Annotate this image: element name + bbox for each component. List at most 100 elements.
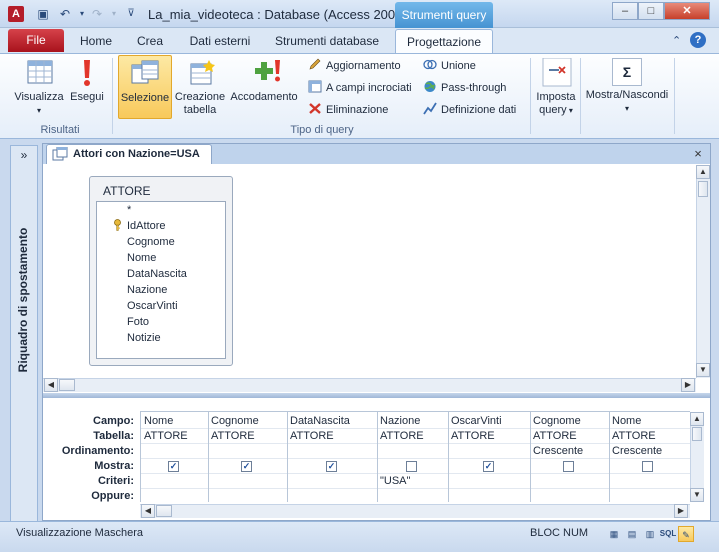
ribbon-separator: [112, 58, 113, 134]
cell-campo[interactable]: Cognome: [533, 415, 581, 427]
visualizza-button[interactable]: Visualizza ▾: [12, 58, 66, 117]
grid-vscroll-thumb[interactable]: [692, 427, 702, 441]
sql-view-button[interactable]: SQL: [659, 526, 677, 542]
design-view-icon[interactable]: ✎: [678, 526, 694, 542]
show-checkbox[interactable]: [563, 461, 574, 472]
field-cognome[interactable]: Cognome: [127, 236, 175, 248]
a-campi-incrociati-button[interactable]: A campi incrociati: [308, 80, 412, 94]
selezione-button[interactable]: Selezione: [118, 55, 172, 119]
help-icon[interactable]: ?: [690, 32, 706, 48]
redo-dropdown-icon[interactable]: ▾: [106, 6, 122, 22]
field-all[interactable]: *: [127, 204, 131, 216]
cell-campo[interactable]: Nazione: [380, 415, 420, 427]
cell-campo[interactable]: Nome: [612, 415, 641, 427]
tab-strumenti-database[interactable]: Strumenti database: [268, 29, 386, 53]
maximize-button[interactable]: □: [638, 2, 664, 20]
cell-campo[interactable]: Nome: [144, 415, 173, 427]
scroll-down-icon[interactable]: ▼: [690, 488, 704, 502]
scroll-left-icon[interactable]: ◀: [44, 378, 58, 392]
tab-progettazione[interactable]: Progettazione: [395, 29, 493, 53]
field-notizie[interactable]: Notizie: [127, 332, 161, 344]
show-checkbox[interactable]: ✓: [483, 461, 494, 472]
upper-vscroll-thumb[interactable]: [698, 181, 708, 197]
row-label-oppure: Oppure:: [91, 490, 134, 502]
esegui-button[interactable]: Esegui: [68, 58, 106, 104]
scroll-up-icon[interactable]: ▲: [690, 412, 704, 426]
tab-file[interactable]: File: [8, 29, 64, 52]
tab-home[interactable]: Home: [72, 29, 120, 53]
visualizza-label: Visualizza: [14, 91, 64, 103]
row-label-ordinamento: Ordinamento:: [61, 445, 134, 457]
show-checkbox[interactable]: [642, 461, 653, 472]
nav-pane-label[interactable]: Riquadro di spostamento: [16, 170, 30, 430]
query-icon: [52, 147, 68, 161]
field-oscarvinti[interactable]: OscarVinti: [127, 300, 178, 312]
pass-through-button[interactable]: Pass-through: [423, 80, 506, 94]
show-checkbox[interactable]: ✓: [168, 461, 179, 472]
nav-pane-expand-button[interactable]: »: [12, 147, 36, 163]
scroll-left-icon[interactable]: ◀: [141, 504, 155, 518]
customize-toolbar-icon[interactable]: ⊽: [123, 6, 139, 22]
scroll-down-icon[interactable]: ▼: [696, 363, 710, 377]
imposta-query-button[interactable]: Imposta query ▾: [533, 58, 579, 117]
pivot-chart-view-icon[interactable]: ▥: [642, 526, 658, 542]
append-query-icon: [255, 60, 280, 82]
field-datanascita[interactable]: DataNascita: [127, 268, 187, 280]
selezione-label: Selezione: [120, 92, 170, 104]
grid-horizontal-scrollbar[interactable]: [140, 504, 690, 518]
row-label-campo: Campo:: [93, 415, 134, 427]
upper-hscroll-thumb[interactable]: [59, 379, 75, 391]
cell-campo[interactable]: OscarVinti: [451, 415, 502, 427]
cell-tabella[interactable]: ATTORE: [533, 430, 577, 442]
field-idattore[interactable]: IdAttore: [127, 220, 166, 232]
run-exclamation-icon: [84, 60, 90, 86]
show-checkbox[interactable]: ✓: [326, 461, 337, 472]
cell-tabella[interactable]: ATTORE: [144, 430, 188, 442]
grid-hscroll-thumb[interactable]: [156, 505, 172, 517]
tab-crea[interactable]: Crea: [128, 29, 172, 53]
creazione-tabella-button[interactable]: Creazione tabella: [173, 58, 227, 117]
mostra-nascondi-button[interactable]: Σ Mostra/Nascondi ▾: [582, 58, 672, 115]
cell-tabella[interactable]: ATTORE: [211, 430, 255, 442]
query-setup-icon: [542, 58, 572, 87]
tab-dati-esterni[interactable]: Dati esterni: [180, 29, 260, 53]
accodamento-button[interactable]: Accodamento: [229, 58, 299, 104]
save-icon[interactable]: ▣: [35, 6, 51, 22]
scroll-up-icon[interactable]: ▲: [696, 165, 710, 179]
field-nome[interactable]: Nome: [127, 252, 156, 264]
pivot-table-view-icon[interactable]: ▤: [624, 526, 640, 542]
show-checkbox[interactable]: ✓: [241, 461, 252, 472]
cell-ordinamento[interactable]: Crescente: [533, 445, 583, 457]
column-selector-bar[interactable]: [140, 404, 690, 412]
minimize-ribbon-icon[interactable]: ⌃: [672, 34, 681, 47]
num-lock-indicator: BLOC NUM: [530, 527, 589, 539]
eliminazione-button[interactable]: Eliminazione: [308, 102, 388, 116]
cell-tabella[interactable]: ATTORE: [290, 430, 334, 442]
cell-tabella[interactable]: ATTORE: [451, 430, 495, 442]
minimize-button[interactable]: –: [612, 2, 638, 20]
access-logo-icon[interactable]: A: [8, 6, 24, 22]
cell-ordinamento[interactable]: Crescente: [612, 445, 662, 457]
cell-tabella[interactable]: ATTORE: [380, 430, 424, 442]
scroll-right-icon[interactable]: ▶: [681, 378, 695, 392]
upper-horizontal-scrollbar[interactable]: [43, 378, 696, 392]
aggiornamento-button[interactable]: Aggiornamento: [308, 58, 401, 72]
field-nazione[interactable]: Nazione: [127, 284, 167, 296]
cell-campo[interactable]: DataNascita: [290, 415, 350, 427]
show-checkbox[interactable]: [406, 461, 417, 472]
redo-icon[interactable]: ↷: [89, 6, 105, 22]
close-button[interactable]: ✕: [664, 2, 710, 20]
scroll-right-icon[interactable]: ▶: [674, 504, 688, 518]
cell-tabella[interactable]: ATTORE: [612, 430, 656, 442]
datasheet-view-icon[interactable]: ▦: [606, 526, 622, 542]
definizione-dati-button[interactable]: Definizione dati: [423, 102, 516, 116]
unione-button[interactable]: Unione: [423, 58, 476, 72]
cell-campo[interactable]: Cognome: [211, 415, 259, 427]
cell-criteri[interactable]: "USA": [380, 475, 410, 487]
undo-icon[interactable]: ↶: [57, 6, 73, 22]
document-tab[interactable]: Attori con Nazione=USA: [46, 144, 212, 164]
ribbon-separator: [674, 58, 675, 134]
undo-dropdown-icon[interactable]: ▾: [74, 6, 90, 22]
field-foto[interactable]: Foto: [127, 316, 149, 328]
document-close-button[interactable]: ×: [690, 146, 706, 162]
